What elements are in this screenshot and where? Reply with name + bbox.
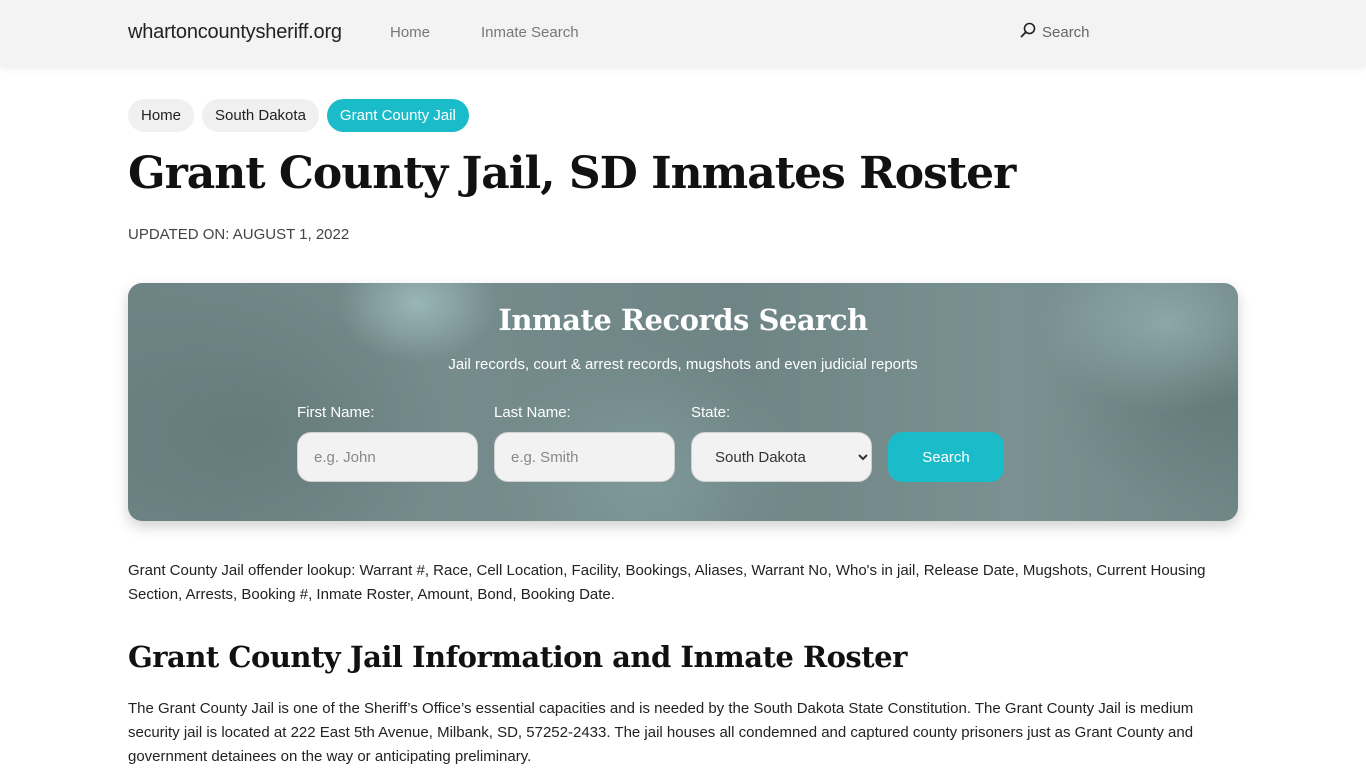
panel-subtitle: Jail records, court & arrest records, mu… [448, 356, 918, 373]
state-label: State: [691, 404, 731, 421]
nav-home-link[interactable]: Home [390, 24, 430, 41]
search-icon [1020, 22, 1042, 42]
search-button[interactable]: Search [888, 432, 1004, 482]
breadcrumb-grant-county-jail[interactable]: Grant County Jail [326, 99, 469, 132]
first-name-input[interactable] [297, 432, 478, 482]
page-title: Grant County Jail, SD Inmates Roster [128, 148, 1016, 199]
breadcrumb-south-dakota[interactable]: South Dakota [202, 99, 319, 132]
first-name-label: First Name: [297, 404, 375, 421]
navbar: whartoncountysheriff.org Home Inmate Sea… [0, 0, 1366, 66]
body-paragraph: The Grant County Jail is one of the Sher… [128, 700, 1194, 765]
panel-title: Inmate Records Search [498, 303, 868, 337]
nav-inmate-search-link[interactable]: Inmate Search [481, 24, 579, 41]
last-name-label: Last Name: [494, 404, 571, 421]
intro-paragraph: Grant County Jail offender lookup: Warra… [128, 562, 1206, 603]
breadcrumb: Home South Dakota Grant County Jail [128, 99, 469, 132]
site-logo-link[interactable]: whartoncountysheriff.org [128, 21, 342, 44]
last-name-input[interactable] [494, 432, 675, 482]
updated-date: UPDATED ON: AUGUST 1, 2022 [128, 226, 350, 243]
inmate-search-panel: Inmate Records Search Jail records, cour… [128, 283, 1238, 521]
nav-search-label: Search [1042, 23, 1090, 41]
nav-search-button[interactable]: Search [1020, 22, 1090, 42]
section-title: Grant County Jail Information and Inmate… [128, 640, 907, 674]
state-select[interactable]: South Dakota [691, 432, 872, 482]
breadcrumb-home[interactable]: Home [128, 99, 195, 132]
